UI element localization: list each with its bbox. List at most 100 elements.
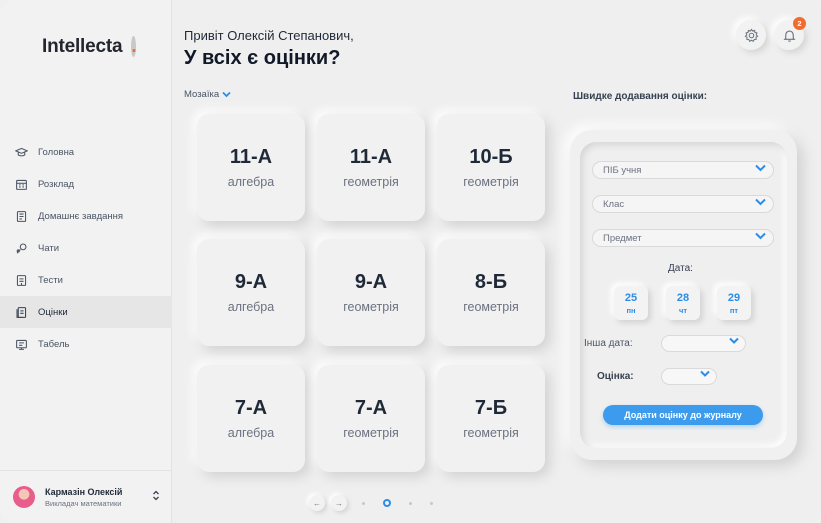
tile-class: 7-Б xyxy=(474,397,508,419)
sidebar-item-report-card[interactable]: Табель xyxy=(0,328,172,360)
sidebar-item-label: Табель xyxy=(38,338,70,350)
greeting: Привіт Олексій Степанович, xyxy=(184,28,354,43)
class-select[interactable]: Клас xyxy=(592,195,774,213)
tile-subject: геометрія xyxy=(463,300,519,314)
grade-select[interactable] xyxy=(661,368,717,385)
class-tile[interactable]: 8-Б геометрія xyxy=(437,239,545,346)
chevron-down-icon xyxy=(755,231,766,243)
tile-subject: алгебра xyxy=(227,300,275,314)
graduation-cap-icon xyxy=(14,145,28,159)
view-mode-dropdown[interactable]: Мозаїка xyxy=(184,89,231,100)
gear-icon xyxy=(744,28,759,43)
subject-select[interactable]: Предмет xyxy=(592,229,774,247)
sidebar-item-homework[interactable]: Домашнє завдання xyxy=(0,200,172,232)
bell-icon xyxy=(782,28,797,43)
sidebar-item-home[interactable]: Головна xyxy=(0,136,172,168)
pagination: ← → xyxy=(309,495,442,511)
test-sheet-icon xyxy=(14,273,28,287)
class-tile[interactable]: 11-А алгебра xyxy=(197,114,305,221)
view-mode-label: Мозаїка xyxy=(184,89,220,100)
sidebar-item-label: Розклад xyxy=(38,178,75,190)
page-dot-3[interactable] xyxy=(409,501,412,505)
chevron-down-icon xyxy=(729,336,739,347)
chevron-down-icon xyxy=(755,197,766,209)
date-weekday: пт xyxy=(729,305,739,315)
chevron-down-icon xyxy=(700,369,710,380)
subject-select-placeholder: Предмет xyxy=(603,232,642,244)
notification-badge: 2 xyxy=(793,17,806,30)
sidebar-item-label: Головна xyxy=(38,146,75,158)
sidebar-item-tests[interactable]: Тести xyxy=(0,264,172,296)
settings-button[interactable] xyxy=(736,20,766,50)
avatar xyxy=(13,486,35,508)
date-day: 28 xyxy=(676,291,690,304)
class-tile[interactable]: 11-А геометрія xyxy=(317,114,425,221)
arrow-right-icon[interactable]: → xyxy=(331,495,347,511)
class-select-placeholder: Клас xyxy=(603,198,625,210)
sidebar-item-label: Тести xyxy=(38,274,63,286)
date-option[interactable]: 29 пт xyxy=(717,286,751,320)
date-option[interactable]: 25 пн xyxy=(614,286,648,320)
page-dot-1[interactable] xyxy=(362,501,365,505)
homework-book-icon xyxy=(14,209,28,223)
notifications-button[interactable]: 2 xyxy=(774,17,806,50)
sidebar-item-label: Домашнє завдання xyxy=(38,210,124,222)
user-name: Кармазін Олексій xyxy=(45,486,123,497)
date-weekday: чт xyxy=(678,305,688,315)
tile-class: 9-А xyxy=(234,271,268,293)
tile-subject: геометрія xyxy=(463,426,519,440)
tile-class: 11-А xyxy=(229,146,273,168)
date-option[interactable]: 28 чт xyxy=(666,286,700,320)
class-tile[interactable]: 9-А алгебра xyxy=(197,239,305,346)
tile-subject: геометрія xyxy=(343,300,399,314)
chat-icon xyxy=(14,241,28,255)
class-tile[interactable]: 7-А алгебра xyxy=(197,365,305,472)
chevron-down-icon xyxy=(755,163,766,175)
tile-class: 7-А xyxy=(354,397,388,419)
other-date-select[interactable] xyxy=(661,335,746,352)
sidebar-item-grades[interactable]: Оцінки xyxy=(0,296,172,328)
tile-subject: геометрія xyxy=(343,426,399,440)
date-day: 29 xyxy=(727,291,741,304)
expand-collapse-icon[interactable] xyxy=(152,490,160,504)
tile-class: 11-А xyxy=(349,146,393,168)
app-window: Intellecta. Головна Розклад Домашнє завд… xyxy=(0,0,821,523)
tile-subject: алгебра xyxy=(227,426,275,440)
logo: Intellecta. xyxy=(42,36,137,57)
chevron-down-icon xyxy=(222,90,231,100)
calendar-icon xyxy=(14,177,28,191)
page-dot-2[interactable] xyxy=(383,499,391,507)
date-weekday: пн xyxy=(626,305,636,315)
date-day: 25 xyxy=(624,291,638,304)
other-date-label: Інша дата: xyxy=(584,338,633,349)
grade-label: Оцінка: xyxy=(597,371,634,382)
class-tile[interactable]: 7-Б геометрія xyxy=(437,365,545,472)
page-dot-4[interactable] xyxy=(430,501,433,505)
sidebar-nav: Головна Розклад Домашнє завдання Чати Те… xyxy=(0,136,172,360)
sidebar: Intellecta. Головна Розклад Домашнє завд… xyxy=(0,0,172,523)
date-label: Дата: xyxy=(668,263,693,274)
tile-class: 9-А xyxy=(354,271,388,293)
page-title: У всіх є оцінки? xyxy=(184,47,341,69)
user-profile[interactable]: Кармазін Олексій Викладач математики xyxy=(0,470,172,523)
report-card-icon xyxy=(14,337,28,351)
class-tile[interactable]: 9-А геометрія xyxy=(317,239,425,346)
tile-class: 7-А xyxy=(234,397,268,419)
student-select[interactable]: ПІБ учня xyxy=(592,161,774,179)
sidebar-item-schedule[interactable]: Розклад xyxy=(0,168,172,200)
sidebar-item-label: Чати xyxy=(38,242,60,254)
sidebar-item-chats[interactable]: Чати xyxy=(0,232,172,264)
class-tile[interactable]: 7-А геометрія xyxy=(317,365,425,472)
tile-subject: алгебра xyxy=(227,175,275,189)
class-tile[interactable]: 10-Б геометрія xyxy=(437,114,545,221)
tile-class: 10-Б xyxy=(469,146,513,168)
arrow-left-icon[interactable]: ← xyxy=(309,495,325,511)
tile-subject: геометрія xyxy=(343,175,399,189)
tile-class: 8-Б xyxy=(474,271,508,293)
grades-icon xyxy=(14,305,28,319)
sidebar-item-label: Оцінки xyxy=(38,306,68,318)
user-role: Викладач математики xyxy=(45,498,122,508)
user-info: Кармазін Олексій Викладач математики xyxy=(45,487,122,508)
add-grade-button[interactable]: Додати оцінку до журналу xyxy=(603,405,763,425)
quick-add-title: Швидке додавання оцінки: xyxy=(573,91,708,102)
